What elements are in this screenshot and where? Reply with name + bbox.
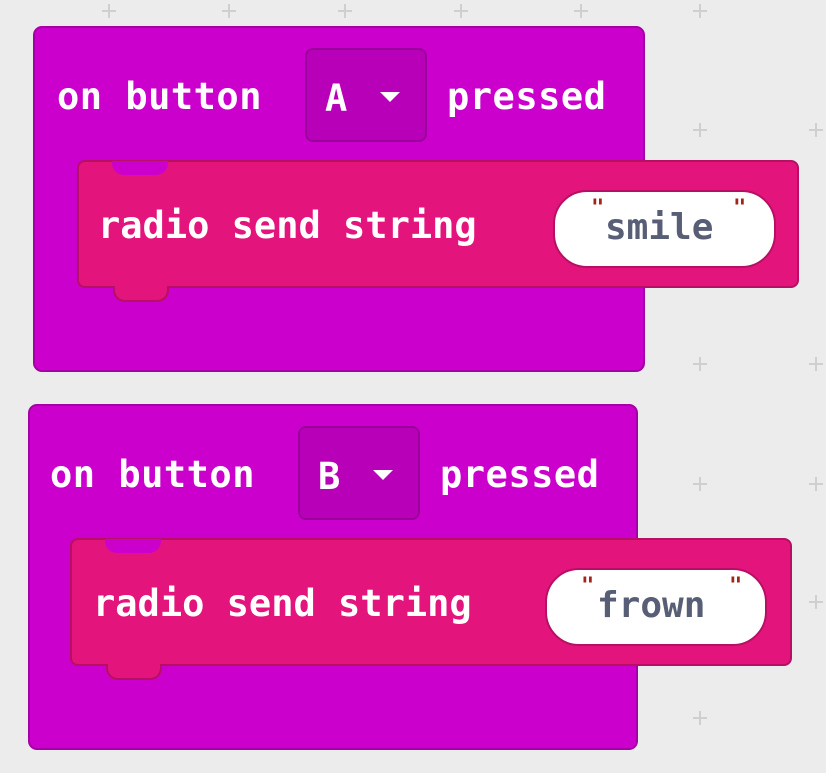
statement-notch: [112, 161, 168, 175]
radio-send-string-label: radio send string: [98, 204, 477, 247]
button-dropdown-value: A: [325, 77, 348, 120]
plus-icon: [338, 4, 352, 18]
string-input-value: frown: [597, 585, 706, 626]
statement-notch: [105, 539, 161, 553]
open-quote-icon: ": [581, 574, 595, 599]
button-dropdown-value: B: [318, 455, 341, 498]
string-input-value: smile: [605, 207, 714, 248]
plus-icon: [809, 595, 823, 609]
plus-icon: [574, 4, 588, 18]
open-quote-icon: ": [591, 196, 605, 221]
statement-tab: [106, 664, 162, 680]
event-suffix-label: pressed: [447, 75, 607, 118]
plus-icon: [102, 4, 116, 18]
plus-icon: [693, 477, 707, 491]
plus-icon: [693, 4, 707, 18]
event-suffix-label: pressed: [440, 453, 600, 496]
statement-tab: [113, 286, 169, 302]
caret-down-icon: [373, 470, 393, 480]
event-prefix-label: on button: [50, 453, 255, 496]
plus-icon: [693, 711, 707, 725]
button-dropdown[interactable]: B: [298, 426, 420, 520]
caret-down-icon: [380, 92, 400, 102]
plus-icon: [809, 123, 823, 137]
button-dropdown[interactable]: A: [305, 48, 427, 142]
string-input[interactable]: " frown ": [545, 568, 767, 646]
radio-send-string-label: radio send string: [93, 582, 472, 625]
string-input[interactable]: " smile ": [553, 190, 776, 268]
plus-icon: [222, 4, 236, 18]
plus-icon: [454, 4, 468, 18]
block-workspace[interactable]: on button A pressed radio send string " …: [0, 0, 826, 773]
plus-icon: [693, 357, 707, 371]
close-quote-icon: ": [729, 574, 743, 599]
plus-icon: [809, 357, 823, 371]
plus-icon: [693, 123, 707, 137]
event-prefix-label: on button: [57, 75, 262, 118]
plus-icon: [809, 477, 823, 491]
close-quote-icon: ": [733, 196, 747, 221]
